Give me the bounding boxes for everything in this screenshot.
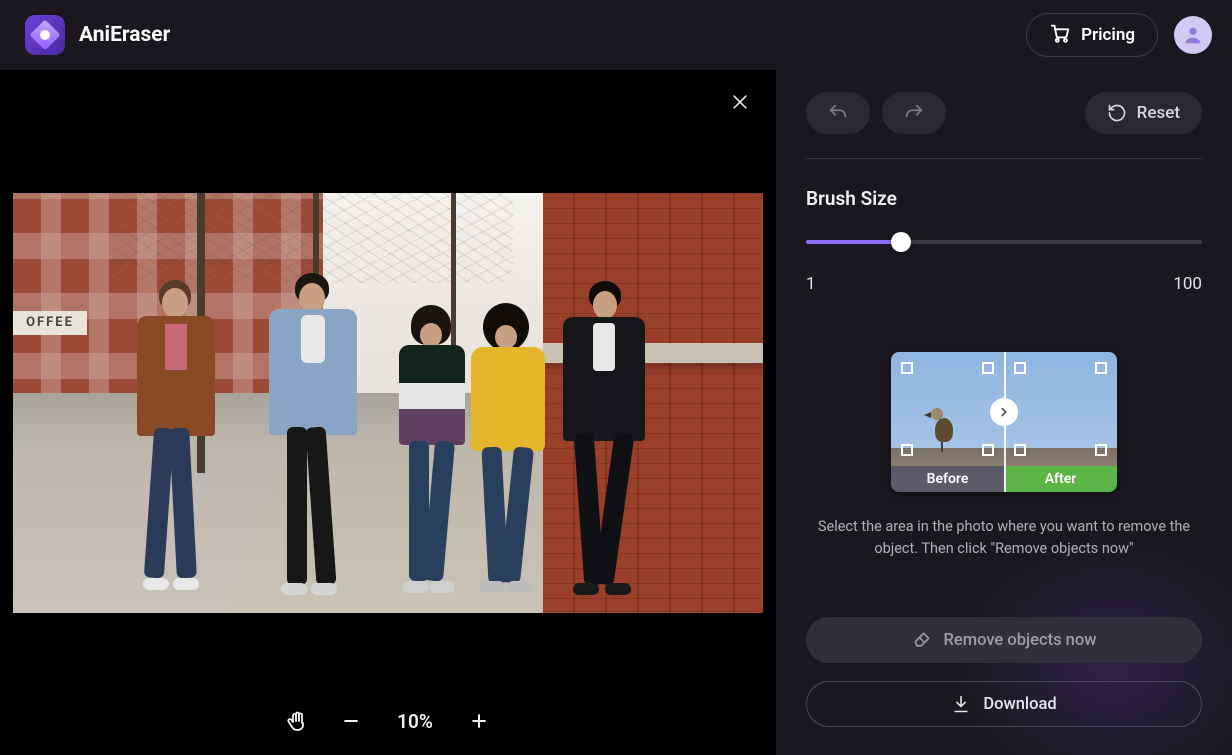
close-button[interactable] [726,88,754,116]
photo-canvas[interactable]: OFFEE [13,193,763,613]
reset-label: Reset [1137,103,1180,123]
side-panel: Reset Brush Size 1 100 Before After [776,70,1232,755]
user-icon [1182,24,1204,46]
divider [806,158,1202,159]
app-logo [25,15,65,55]
pan-tool[interactable] [283,707,311,735]
eraser-icon [912,630,932,650]
reset-icon [1107,103,1127,123]
instruction-text: Select the area in the photo where you w… [806,516,1202,561]
remove-objects-button[interactable]: Remove objects now [806,617,1202,663]
after-label: After [1004,466,1117,492]
undo-button[interactable] [806,92,870,134]
brush-size-slider[interactable] [806,232,1202,252]
download-button[interactable]: Download [806,681,1202,727]
hand-icon [285,709,309,733]
photo-sign-text: OFFEE [13,311,87,335]
pricing-button[interactable]: Pricing [1026,13,1158,57]
download-label: Download [983,695,1056,714]
reset-button[interactable]: Reset [1085,92,1202,134]
download-icon [951,694,971,714]
redo-icon [903,102,925,124]
close-icon [730,92,750,112]
app-header: AniEraser Pricing [0,0,1232,70]
zoom-value: 10% [391,710,439,733]
zoom-toolbar: 10% [0,687,776,755]
zoom-out-button[interactable] [337,707,365,735]
before-after-preview: Before After [891,352,1117,492]
minus-icon [341,711,361,731]
remove-objects-label: Remove objects now [944,631,1097,650]
chevron-right-icon [990,398,1018,426]
zoom-in-button[interactable] [465,707,493,735]
brush-size-title: Brush Size [806,187,1202,210]
slider-thumb[interactable] [891,232,911,252]
pricing-label: Pricing [1081,25,1135,45]
brush-max-label: 100 [1173,274,1202,294]
cart-icon [1049,22,1071,49]
brush-min-label: 1 [806,274,816,294]
plus-icon [469,711,489,731]
canvas-area: OFFEE 10% [0,70,776,755]
account-avatar[interactable] [1174,16,1212,54]
before-label: Before [891,466,1004,492]
undo-icon [827,102,849,124]
redo-button[interactable] [882,92,946,134]
app-name: AniEraser [79,23,170,47]
